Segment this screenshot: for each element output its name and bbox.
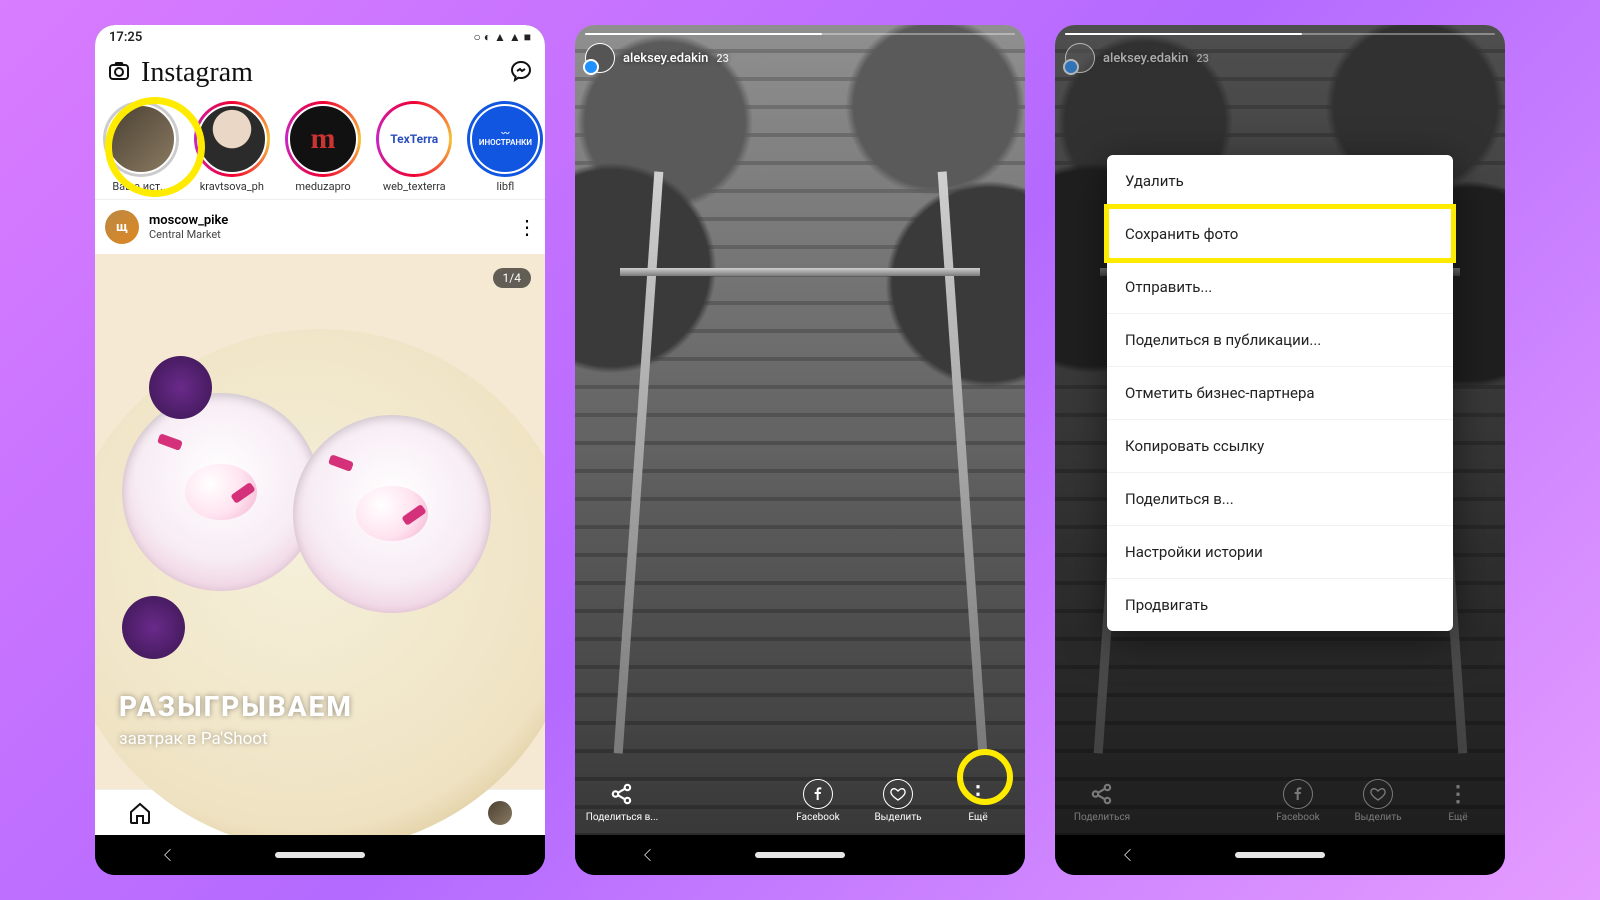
- phone-3-story-menu: aleksey.edakin 23 Поделиться Facebook Вы…: [1055, 25, 1505, 875]
- tab-profile-avatar[interactable]: [487, 800, 513, 826]
- ig-header: Instagram: [95, 49, 545, 97]
- menu-item-share-as-post[interactable]: Поделиться в публикации...: [1107, 313, 1453, 366]
- story-item[interactable]: 〰ИНОСТРАНКИ libfl: [466, 101, 545, 193]
- phone-1-feed: 17:25 ○◐▲▲■ Instagram Ваша ист...: [95, 25, 545, 875]
- story-label: meduzapro: [295, 180, 350, 193]
- status-time: 17:25: [109, 30, 142, 45]
- story-item-self[interactable]: Ваша ист...: [101, 101, 180, 193]
- action-label: Выделить: [874, 812, 921, 823]
- android-nav-bar: [575, 835, 1025, 875]
- story-action-highlight[interactable]: Выделить: [861, 779, 935, 823]
- nav-home-pill[interactable]: [1235, 852, 1325, 858]
- nav-home-pill[interactable]: [275, 852, 365, 858]
- story-username: aleksey.edakin: [1103, 51, 1188, 66]
- story-time-ago: 23: [716, 52, 729, 65]
- story-author-avatar[interactable]: [585, 43, 615, 73]
- menu-item-story-settings[interactable]: Настройки истории: [1107, 525, 1453, 578]
- story-header: aleksey.edakin 23: [575, 33, 1025, 73]
- phone-2-story: aleksey.edakin 23 Поделиться в... Facebo…: [575, 25, 1025, 875]
- post-caption-sub: завтрак в Pa'Shoot: [119, 729, 353, 749]
- menu-item-promote[interactable]: Продвигать: [1107, 578, 1453, 631]
- story-label: Ваша ист...: [112, 180, 169, 193]
- menu-item-copy-link[interactable]: Копировать ссылку: [1107, 419, 1453, 472]
- post-username[interactable]: moscow_pike: [149, 213, 507, 228]
- story-action-facebook: Facebook: [1261, 779, 1335, 823]
- story-label: web_texterra: [383, 180, 446, 193]
- menu-item-share-to[interactable]: Поделиться в...: [1107, 472, 1453, 525]
- action-label: Поделиться: [1074, 812, 1130, 823]
- nav-recents-icon[interactable]: [1419, 842, 1445, 868]
- post-carousel-counter: 1/4: [493, 268, 531, 288]
- story-header: aleksey.edakin 23: [1055, 33, 1505, 73]
- story-item[interactable]: TexTerra web_texterra: [375, 101, 454, 193]
- post-more-icon[interactable]: ⋮: [517, 215, 535, 239]
- tab-home-icon[interactable]: [127, 800, 153, 826]
- story-label: libfl: [497, 180, 515, 193]
- story-actions: Поделиться в... Facebook Выделить ⋮ Ещё: [575, 779, 1025, 823]
- status-icons: ○◐▲▲■: [470, 30, 531, 45]
- menu-item-delete[interactable]: Удалить: [1107, 155, 1453, 207]
- menu-item-tag-partner[interactable]: Отметить бизнес-партнера: [1107, 366, 1453, 419]
- android-nav-bar: [1055, 835, 1505, 875]
- android-nav-bar: [95, 835, 545, 875]
- story-actions: Поделиться Facebook Выделить ⋮ Ещё: [1055, 779, 1505, 823]
- post-header[interactable]: щ moscow_pike Central Market ⋮: [95, 200, 545, 254]
- nav-recents-icon[interactable]: [459, 842, 485, 868]
- story-label: kravtsova_ph: [200, 180, 264, 193]
- story-progress-bar: [1065, 33, 1495, 35]
- action-label: Ещё: [1448, 812, 1467, 823]
- instagram-logo[interactable]: Instagram: [141, 57, 253, 89]
- story-author-avatar: [1065, 43, 1095, 73]
- action-label: Facebook: [1276, 812, 1319, 823]
- nav-back-icon[interactable]: [635, 842, 661, 868]
- story-action-share: Поделиться: [1065, 779, 1139, 823]
- action-label: Ещё: [968, 812, 987, 823]
- story-action-highlight: Выделить: [1341, 779, 1415, 823]
- story-username[interactable]: aleksey.edakin: [623, 51, 708, 66]
- action-label: Facebook: [796, 812, 839, 823]
- nav-back-icon[interactable]: [155, 842, 181, 868]
- nav-recents-icon[interactable]: [939, 842, 965, 868]
- story-action-more: ⋮ Ещё: [1421, 779, 1495, 823]
- story-progress-bar: [585, 33, 1015, 35]
- story-action-share[interactable]: Поделиться в...: [585, 779, 659, 823]
- post-caption-title: РАЗЫГРЫВАЕМ: [119, 690, 353, 723]
- story-time-ago: 23: [1196, 52, 1209, 65]
- nav-home-pill[interactable]: [755, 852, 845, 858]
- story-action-facebook[interactable]: Facebook: [781, 779, 855, 823]
- messenger-icon[interactable]: [509, 59, 533, 87]
- story-item[interactable]: kravtsova_ph: [192, 101, 271, 193]
- stories-row[interactable]: Ваша ист... kravtsova_ph m meduzapro Tex…: [95, 97, 545, 200]
- status-bar: 17:25 ○◐▲▲■: [95, 25, 545, 49]
- camera-icon[interactable]: [107, 59, 131, 87]
- action-label: Выделить: [1354, 812, 1401, 823]
- post-author-avatar[interactable]: щ: [105, 210, 139, 244]
- post-location[interactable]: Central Market: [149, 228, 507, 241]
- post-image[interactable]: 1/4 РАЗЫГРЫВАЕМ завтрак в Pa'Shoot: [95, 254, 545, 789]
- nav-back-icon[interactable]: [1115, 842, 1141, 868]
- story-item[interactable]: m meduzapro: [283, 101, 362, 193]
- menu-item-send[interactable]: Отправить...: [1107, 260, 1453, 313]
- action-label: Поделиться в...: [586, 812, 658, 823]
- story-options-sheet: Удалить Сохранить фото Отправить... Поде…: [1107, 155, 1453, 631]
- story-action-more[interactable]: ⋮ Ещё: [941, 779, 1015, 823]
- menu-item-save-photo[interactable]: Сохранить фото: [1107, 207, 1453, 260]
